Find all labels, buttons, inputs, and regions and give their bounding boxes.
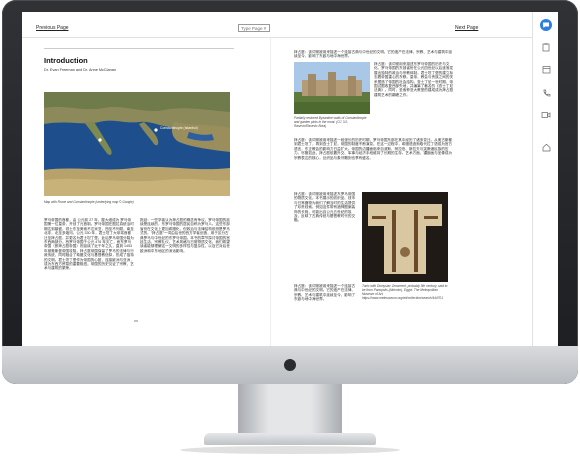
right-column-1: 拜占庭：该词常用来描述东罗马帝国的历史与文化。罗马帝国的东部省份在公元四世纪以后…: [374, 62, 454, 97]
next-page-link[interactable]: Next Page: [455, 25, 478, 31]
right-toolbar: [532, 12, 558, 346]
calendar-icon: [542, 65, 550, 73]
video-button[interactable]: [541, 110, 551, 120]
home-icon: [542, 143, 550, 151]
phone-button[interactable]: [541, 88, 551, 98]
left-column-2: 拖延：一些学者认为拜占庭的概念有争议，罗马帝国的延续是连续的，东罗马帝国的居民自…: [140, 218, 230, 253]
tunic-caption: Tunic with Dionysiac Ornament, probably …: [362, 284, 448, 300]
walls-photo: [294, 62, 370, 114]
monitor-logo: [284, 359, 296, 371]
chat-icon: [543, 22, 549, 28]
previous-page-link[interactable]: Previous Page: [36, 25, 69, 31]
calendar-button[interactable]: [541, 64, 551, 74]
right-intro-text: 拜占庭：该词常被用来描述一个连接古典与中世纪的文明。它的遗产在法律、宗教、艺术与…: [294, 50, 453, 59]
map-label-constantinople: Constantinople (Istanbul): [160, 126, 198, 130]
map-caption: Map with Rome and Constantinople (underl…: [44, 200, 134, 204]
top-bar: Previous Page Next Page: [22, 12, 532, 38]
page-number: xx: [134, 318, 138, 323]
tunic-photo: [362, 192, 448, 282]
monitor-base: [204, 433, 376, 445]
phone-icon: [543, 89, 550, 96]
chat-button[interactable]: [540, 19, 552, 31]
right-column-4: 拜占庭：该词常被用来描述一个连接古典与中世纪的文明。它的遗产在法律、宗教、艺术与…: [294, 284, 356, 302]
monitor-stand: [238, 384, 342, 436]
notes-icon: [542, 42, 550, 51]
right-column-3: 拜占庭：该词常被用来描述东罗马帝国的物质文化。本书展示的纺织品、钱币与日常器物为…: [294, 192, 356, 223]
notes-button[interactable]: [541, 42, 551, 52]
left-column-1: 罗马帝国的首都，由 公元前 27 年，屋大维成为 罗马帝国第一位皇帝，开创了元首…: [44, 218, 134, 271]
authors: Dr. Evan Freeman and Dr. Anne McClanan: [44, 68, 116, 72]
walls-caption: Partially restored Byzantine walls of Co…: [294, 116, 367, 128]
mediterranean-map: Constantinople (Istanbul): [44, 92, 230, 196]
video-icon: [541, 112, 551, 118]
home-button[interactable]: [541, 142, 551, 152]
page-title: Introduction: [44, 56, 88, 65]
right-column-2: 拜占庭：该词常被用来描述一段漫长的历史时期，罗马帝国东部在其中经历了诸多变迁。从…: [294, 138, 453, 160]
screen: Previous Page Next Page Introduction Dr.…: [22, 12, 558, 346]
page-number-input[interactable]: [238, 24, 270, 32]
